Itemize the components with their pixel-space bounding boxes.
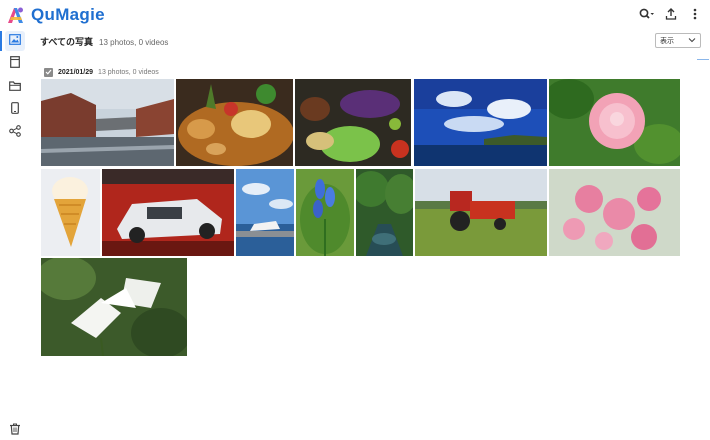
photo-image [549,169,680,256]
sidebar [0,30,30,439]
page-header: すべての写真 13 photos, 0 videos [40,35,168,49]
photo-thumbnail[interactable] [414,79,547,166]
photo-thumbnail[interactable] [415,169,547,256]
page-count: 13 photos, 0 videos [99,38,169,47]
folder-icon [9,78,21,96]
photo-image [295,79,411,166]
group-count: 13 photos, 0 videos [98,68,159,76]
photo-image [176,79,293,166]
view-select[interactable]: 表示 [655,33,701,48]
photo-thumbnail[interactable] [295,79,411,166]
upload-icon[interactable] [662,5,680,23]
sidebar-item-devices[interactable] [5,100,25,120]
logo-icon [6,5,26,25]
scroll-indicator [697,59,709,60]
view-select-label: 表示 [660,37,674,45]
sidebar-item-shared[interactable] [5,123,25,143]
share-icon [9,124,21,142]
sidebar-item-folders[interactable] [5,77,25,97]
trash-icon[interactable] [9,422,21,435]
page-title: すべての写真 [40,37,94,47]
photo-image [415,169,547,256]
photo-thumbnail[interactable] [549,79,680,166]
photo-thumbnail[interactable] [296,169,354,256]
sidebar-item-albums[interactable] [5,54,25,74]
photo-thumbnail[interactable] [356,169,413,256]
app-name: QuMagie [31,5,105,24]
photo-image [549,79,680,166]
group-select-checkbox[interactable] [44,67,53,77]
photo-thumbnail[interactable] [236,169,294,256]
app-logo[interactable]: QuMagie [6,5,105,25]
photo-image [41,79,174,166]
chevron-down-icon [688,37,696,45]
photo-image [296,169,354,256]
top-actions [632,5,704,23]
sidebar-item-photos[interactable] [5,31,25,51]
photo-thumbnail[interactable] [41,169,100,256]
photo-image [236,169,294,256]
search-icon[interactable] [638,5,656,23]
photo-image [41,258,187,356]
photo-image [356,169,413,256]
photo-thumbnail[interactable] [41,258,187,356]
photo-thumbnail[interactable] [41,79,174,166]
image-icon [9,32,21,50]
group-date: 2021/01/29 [58,68,94,76]
active-indicator [0,31,2,51]
more-icon[interactable] [686,5,704,23]
photo-image [414,79,547,166]
album-icon [10,55,20,73]
photo-image [41,169,100,256]
top-bar: QuMagie [0,0,710,30]
date-group-header: 2021/01/29 13 photos, 0 videos [44,66,159,78]
photo-thumbnail[interactable] [176,79,293,166]
photo-thumbnail[interactable] [549,169,680,256]
phone-icon [11,101,19,119]
photo-image [102,169,234,256]
photo-thumbnail[interactable] [102,169,234,256]
